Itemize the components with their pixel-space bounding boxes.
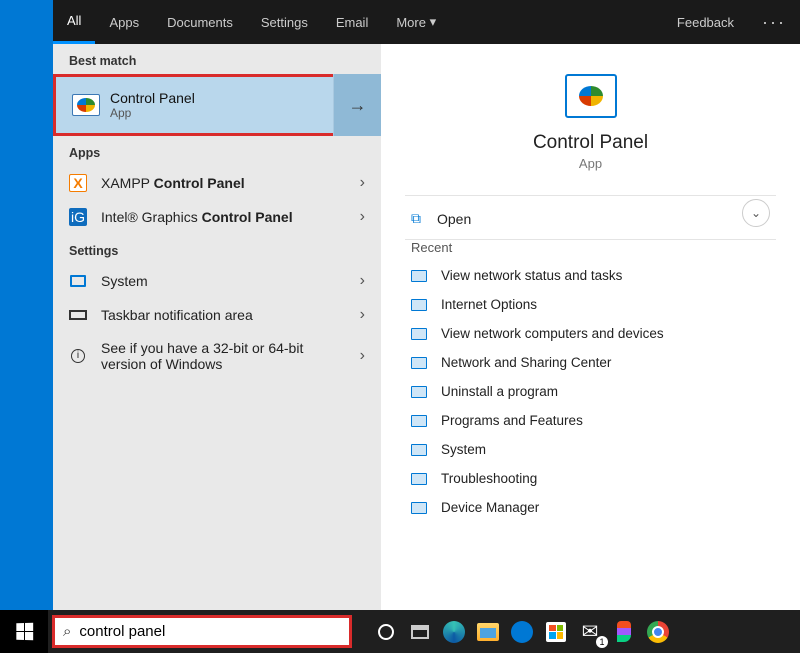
best-match-expand-arrow[interactable]: → bbox=[333, 74, 381, 136]
expand-chevron-button[interactable]: ⌄ bbox=[742, 199, 770, 227]
result-32-64-bit[interactable]: i See if you have a 32-bit or 64-bit ver… bbox=[53, 332, 381, 380]
open-icon: ⧉ bbox=[411, 210, 421, 227]
cortana-icon[interactable] bbox=[372, 618, 400, 646]
recent-system[interactable]: System bbox=[381, 435, 800, 464]
open-action[interactable]: ⧉ Open bbox=[381, 196, 800, 241]
open-label: Open bbox=[437, 211, 471, 227]
best-match-label: Best match bbox=[53, 44, 381, 74]
task-view-icon[interactable] bbox=[406, 618, 434, 646]
recent-network-sharing[interactable]: Network and Sharing Center bbox=[381, 348, 800, 377]
cp-item-icon bbox=[411, 444, 427, 456]
mail-badge: 1 bbox=[596, 636, 608, 648]
result-label: System bbox=[101, 273, 148, 289]
recent-uninstall[interactable]: Uninstall a program bbox=[381, 377, 800, 406]
search-input[interactable] bbox=[79, 623, 341, 640]
preview-subtitle: App bbox=[381, 156, 800, 171]
mail-icon[interactable]: ✉1 bbox=[576, 618, 604, 646]
recent-network-computers[interactable]: View network computers and devices bbox=[381, 319, 800, 348]
search-results: Best match Control Panel App → Apps X XA… bbox=[53, 44, 800, 610]
search-filter-tabs: All Apps Documents Settings Email More ▾… bbox=[53, 0, 800, 44]
recent-internet-options[interactable]: Internet Options bbox=[381, 290, 800, 319]
result-intel-graphics[interactable]: iG Intel® Graphics Control Panel › bbox=[53, 200, 381, 234]
results-list-pane: Best match Control Panel App → Apps X XA… bbox=[53, 44, 381, 610]
best-match-title: Control Panel bbox=[110, 90, 195, 106]
recent-troubleshooting[interactable]: Troubleshooting bbox=[381, 464, 800, 493]
result-label: XAMPP Control Panel bbox=[101, 175, 245, 191]
chrome-icon[interactable] bbox=[644, 618, 672, 646]
taskbar-icon bbox=[69, 306, 87, 324]
tab-email[interactable]: Email bbox=[322, 0, 383, 44]
chevron-right-icon: › bbox=[360, 272, 365, 290]
chevron-right-icon: › bbox=[360, 347, 365, 365]
info-icon: i bbox=[69, 347, 87, 365]
recent-network-status[interactable]: View network status and tasks bbox=[381, 261, 800, 290]
microsoft-store-icon[interactable] bbox=[542, 618, 570, 646]
result-label: Taskbar notification area bbox=[101, 307, 253, 323]
intel-icon: iG bbox=[69, 208, 87, 226]
tab-apps[interactable]: Apps bbox=[95, 0, 153, 44]
cp-item-icon bbox=[411, 386, 427, 398]
tab-documents[interactable]: Documents bbox=[153, 0, 247, 44]
more-options-icon[interactable]: ··· bbox=[748, 12, 800, 33]
cp-item-icon bbox=[411, 299, 427, 311]
result-xampp[interactable]: X XAMPP Control Panel › bbox=[53, 166, 381, 200]
edge-icon[interactable] bbox=[440, 618, 468, 646]
recent-device-manager[interactable]: Device Manager bbox=[381, 493, 800, 522]
preview-title: Control Panel bbox=[381, 132, 800, 154]
tab-more[interactable]: More ▾ bbox=[382, 0, 450, 44]
control-panel-icon bbox=[72, 94, 100, 116]
preview-pane: Control Panel App ⧉ Open ⌄ Recent View n… bbox=[381, 44, 800, 610]
feedback-link[interactable]: Feedback bbox=[663, 0, 748, 44]
preview-control-panel-icon bbox=[565, 74, 617, 118]
cp-item-icon bbox=[411, 270, 427, 282]
result-label: Intel® Graphics Control Panel bbox=[101, 209, 293, 225]
start-button[interactable] bbox=[0, 610, 48, 653]
monitor-icon bbox=[69, 272, 87, 290]
taskbar-pinned-apps: ✉1 bbox=[372, 618, 672, 646]
figma-icon[interactable] bbox=[610, 618, 638, 646]
cp-item-icon bbox=[411, 473, 427, 485]
taskbar: ⌕ ✉1 bbox=[0, 610, 800, 653]
cp-item-icon bbox=[411, 328, 427, 340]
result-system[interactable]: System › bbox=[53, 264, 381, 298]
chevron-right-icon: › bbox=[360, 306, 365, 324]
search-icon: ⌕ bbox=[63, 623, 71, 640]
result-label: See if you have a 32-bit or 64-bit versi… bbox=[101, 340, 331, 372]
xampp-icon: X bbox=[69, 174, 87, 192]
chevron-right-icon: › bbox=[360, 208, 365, 226]
tab-all[interactable]: All bbox=[53, 0, 95, 44]
edge-legacy-icon[interactable] bbox=[508, 618, 536, 646]
recent-programs-features[interactable]: Programs and Features bbox=[381, 406, 800, 435]
cp-item-icon bbox=[411, 415, 427, 427]
chevron-right-icon: › bbox=[360, 174, 365, 192]
settings-section-label: Settings bbox=[53, 234, 381, 264]
best-match-subtitle: App bbox=[110, 106, 195, 120]
cp-item-icon bbox=[411, 502, 427, 514]
taskbar-search-box[interactable]: ⌕ bbox=[52, 615, 352, 648]
apps-section-label: Apps bbox=[53, 136, 381, 166]
tab-settings[interactable]: Settings bbox=[247, 0, 322, 44]
result-taskbar-notification[interactable]: Taskbar notification area › bbox=[53, 298, 381, 332]
cp-item-icon bbox=[411, 357, 427, 369]
recent-label: Recent bbox=[381, 240, 800, 261]
file-explorer-icon[interactable] bbox=[474, 618, 502, 646]
accent-bar bbox=[0, 0, 53, 610]
windows-logo-icon bbox=[16, 623, 33, 641]
best-match-result[interactable]: Control Panel App bbox=[53, 74, 333, 136]
